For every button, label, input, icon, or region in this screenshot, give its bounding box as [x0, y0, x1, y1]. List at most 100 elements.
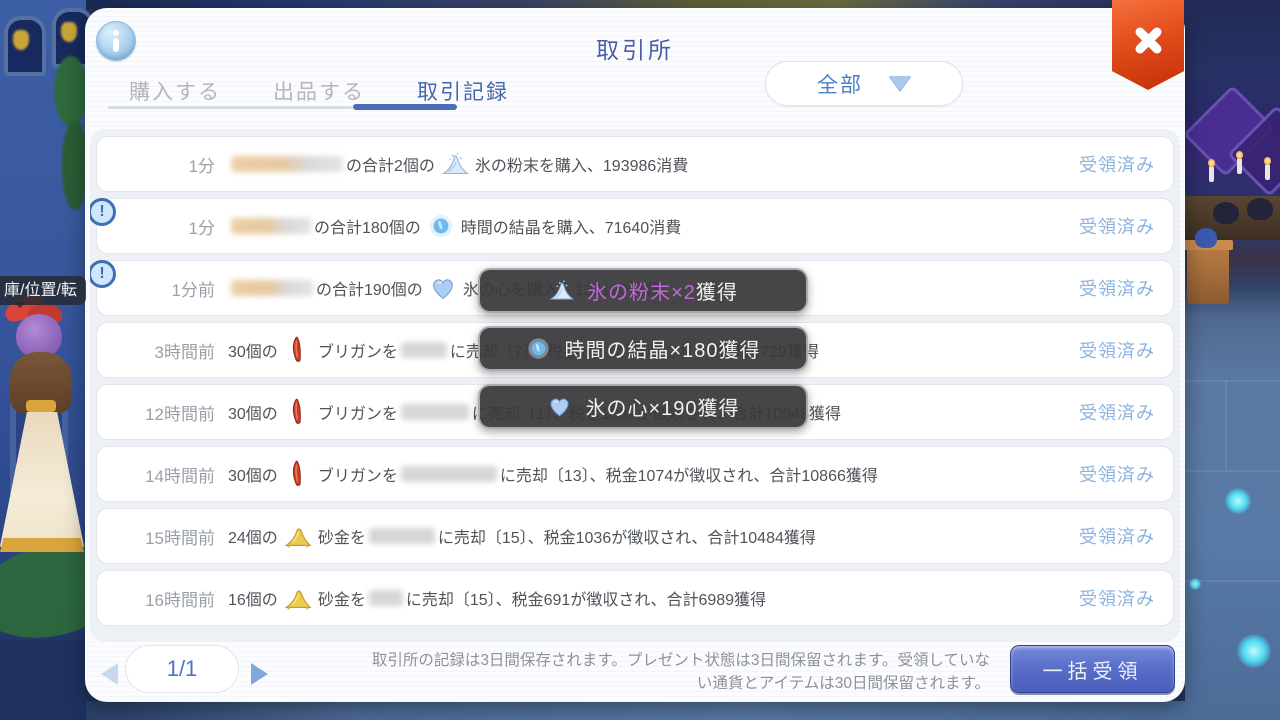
bulk-receive-button[interactable]: 一括受領	[1010, 645, 1175, 693]
blue-pot-icon	[1195, 228, 1217, 248]
page-title: 取引所	[596, 37, 674, 63]
reward-toast: 時間の結晶×180獲得	[478, 326, 808, 371]
glow-particle	[1189, 578, 1201, 590]
toast-text: 時間の結晶×180獲得	[564, 340, 761, 362]
status-badge: 受領済み	[1079, 465, 1155, 485]
page-indicator: 1/1	[125, 645, 239, 693]
toast-text: 氷の粉末×2獲得	[587, 282, 738, 304]
blurred-player-name	[231, 280, 313, 296]
row-description: 30個の	[228, 344, 278, 361]
blurred-player-name	[231, 156, 343, 172]
row-description: ブリガンを	[317, 406, 398, 423]
candle-icon	[1264, 157, 1271, 180]
gold-sand-icon	[283, 521, 313, 551]
blurred-player-name	[231, 218, 311, 234]
reward-toast: 氷の粉末×2獲得	[478, 268, 808, 313]
glow-particle	[1237, 634, 1271, 668]
filter-value: 全部	[817, 73, 863, 97]
status-badge: 受領済み	[1079, 341, 1155, 361]
character-gold-trim	[26, 400, 56, 412]
row-description: 砂金を	[317, 592, 366, 609]
ice-heart-icon	[546, 393, 573, 420]
row-description: に売却〔15〕、税金1036が徴収され、合計10484獲得	[437, 530, 816, 547]
close-button[interactable]	[1112, 0, 1184, 90]
ice-powder-icon	[440, 149, 470, 179]
game-screen: 庫/位置/転 取引所 購入する 出品する 取引記録 全部 1分 の合計2個の 氷の粉末を…	[0, 0, 1280, 720]
character-robe-hem	[0, 538, 84, 552]
retention-note: 取引所の記録は3日間保存されます。プレゼント状態は3日間保留されます。受領してい…	[371, 652, 990, 693]
table-row[interactable]: 14時間前 30個の ブリガンを に売却〔13〕、税金1074が徴収され、合計1086…	[96, 446, 1174, 502]
row-timestamp: 16時間前	[145, 590, 215, 610]
row-description: 30個の	[228, 406, 278, 423]
pot-icon	[1247, 198, 1273, 220]
brigan-icon	[283, 335, 313, 365]
background-floor-strip	[86, 701, 1185, 720]
row-timestamp: 12時間前	[145, 404, 215, 424]
brigan-icon	[283, 459, 313, 489]
row-description: 24個の	[228, 530, 278, 547]
blurred-player-name	[368, 528, 435, 544]
row-description: 砂金を	[317, 530, 366, 547]
tab-records[interactable]: 取引記録	[417, 76, 509, 106]
reward-toast-stack: 氷の粉末×2獲得時間の結晶×180獲得 氷の心×190獲得	[478, 268, 808, 429]
row-description: の合計190個の	[316, 282, 423, 299]
gold-sand-icon	[283, 583, 313, 613]
character-robe	[0, 412, 84, 552]
vine-decoration	[54, 56, 88, 126]
brigan-icon	[283, 397, 313, 427]
glow-particle	[1225, 488, 1251, 514]
table-row[interactable]: ! 1分 の合計180個の 時間の結晶を購入、71640消費 受領済み	[90, 198, 1174, 254]
row-description: に売却〔13〕、税金1074が徴収され、合計10866獲得	[499, 468, 878, 485]
blurred-player-name	[400, 404, 469, 420]
page-next-button[interactable]	[251, 663, 268, 685]
ice-powder-icon	[548, 277, 575, 304]
status-badge: 受領済み	[1079, 155, 1155, 175]
blurred-player-name	[400, 466, 497, 482]
background-market-scene	[1183, 0, 1280, 720]
time-crystal-icon	[525, 335, 552, 362]
row-timestamp: 3時間前	[154, 342, 215, 362]
row-description: 時間の結晶を購入、71640消費	[460, 220, 682, 237]
toast-text: 氷の心×190獲得	[585, 398, 740, 420]
status-badge: 受領済み	[1079, 403, 1155, 423]
row-description: の合計2個の	[346, 158, 435, 175]
quick-menu-label[interactable]: 庫/位置/転	[0, 276, 86, 308]
candle-icon	[1208, 159, 1215, 182]
castle-floor	[0, 640, 86, 720]
tab-sell[interactable]: 出品する	[273, 76, 365, 106]
chevron-down-icon	[889, 76, 911, 91]
castle-window-icon	[4, 16, 46, 76]
table-row[interactable]: 16時間前 16個の 砂金を に売却〔15〕、税金691が徴収され、合計6989獲得 受…	[96, 570, 1174, 626]
blurred-player-name	[368, 590, 403, 606]
pot-icon	[1213, 202, 1239, 224]
table-row[interactable]: 1分 の合計2個の 氷の粉末を購入、193986消費 受領済み	[96, 136, 1174, 192]
ice-heart-icon	[428, 273, 458, 303]
status-badge: 受領済み	[1079, 279, 1155, 299]
row-description: ブリガンを	[317, 344, 398, 361]
row-description: 16個の	[228, 592, 278, 609]
tab-underline-active	[353, 104, 457, 110]
candle-icon	[1236, 151, 1243, 174]
page-prev-button[interactable]	[101, 663, 118, 685]
status-badge: 受領済み	[1079, 527, 1155, 547]
row-description: ブリガンを	[317, 468, 398, 485]
reward-toast: 氷の心×190獲得	[478, 384, 808, 429]
tab-underline-track	[108, 106, 353, 109]
filter-dropdown[interactable]: 全部	[765, 61, 963, 106]
blurred-player-name	[400, 342, 447, 358]
row-description: 30個の	[228, 468, 278, 485]
row-timestamp: 15時間前	[145, 528, 215, 548]
row-timestamp: 1分	[188, 156, 215, 176]
wooden-pedestal	[1183, 240, 1233, 304]
tab-bar: 購入する 出品する 取引記録	[129, 76, 509, 106]
player-character	[0, 289, 134, 651]
row-timestamp: 14時間前	[145, 466, 215, 486]
row-description: に売却〔15〕、税金691が徴収され、合計6989獲得	[405, 592, 767, 609]
row-description: 氷の粉末を購入、193986消費	[474, 158, 689, 175]
time-crystal-icon	[426, 211, 456, 241]
table-row[interactable]: 15時間前 24個の 砂金を に売却〔15〕、税金1036が徴収され、合計10484獲…	[96, 508, 1174, 564]
row-description: の合計180個の	[314, 220, 421, 237]
tab-buy[interactable]: 購入する	[129, 76, 221, 106]
status-badge: 受領済み	[1079, 589, 1155, 609]
status-badge: 受領済み	[1079, 217, 1155, 237]
